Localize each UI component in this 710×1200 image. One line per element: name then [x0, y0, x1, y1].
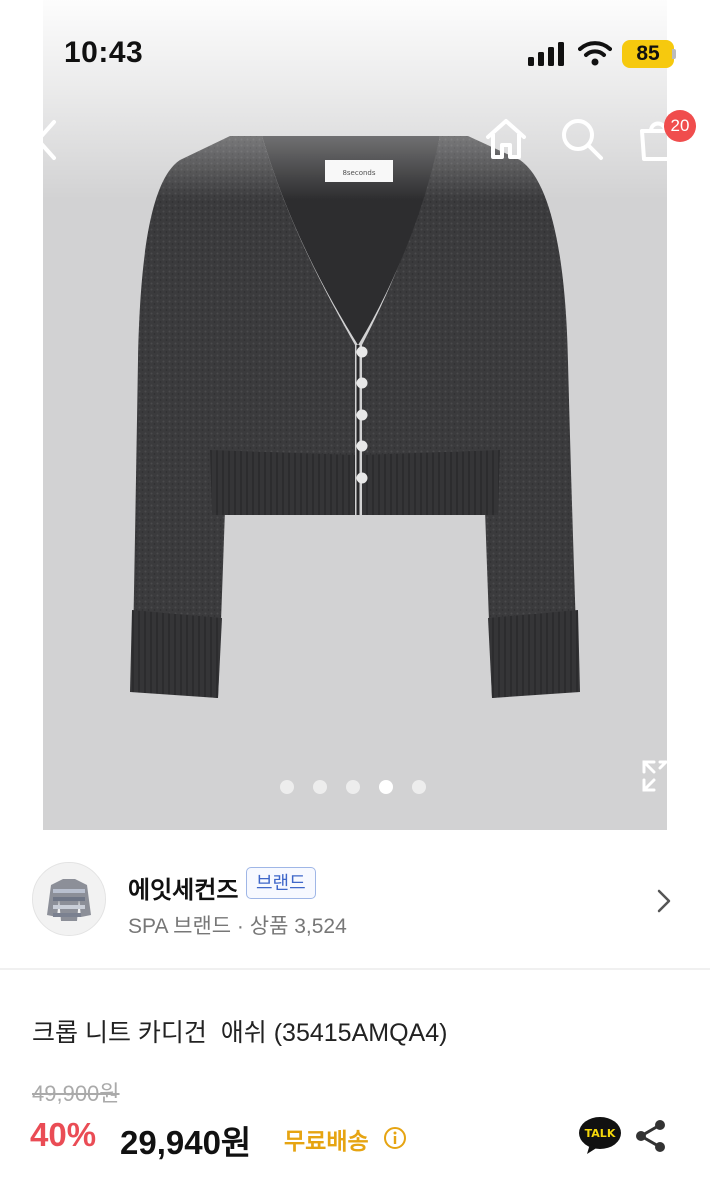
wifi-icon [578, 41, 612, 66]
brand-section[interactable]: 에잇세컨즈 브랜드 SPA 브랜드 · 상품 3,524 [0, 830, 710, 970]
home-icon[interactable] [482, 115, 530, 163]
fullscreen-expand-icon[interactable] [640, 758, 670, 794]
chevron-right-icon[interactable] [654, 888, 674, 914]
battery-icon: 85 [622, 40, 674, 68]
status-time: 10:43 [64, 36, 144, 69]
talk-label: TALK [585, 1127, 616, 1140]
battery-nub [672, 49, 676, 59]
brand-avatar-image [33, 863, 105, 935]
sale-price: 29,940원 [120, 1124, 252, 1161]
search-icon[interactable] [558, 115, 606, 163]
discount-rate: 40% [30, 1116, 97, 1153]
brand-subtitle: SPA 브랜드 · 상품 3,524 [128, 915, 347, 938]
carousel-dot[interactable] [412, 780, 426, 794]
carousel-dot[interactable] [313, 780, 327, 794]
carousel-dot[interactable] [346, 780, 360, 794]
info-icon[interactable] [383, 1126, 407, 1150]
product-title: 크롭 니트 카디건 애쉬 (35415AMQA4) [32, 1019, 448, 1047]
share-icon[interactable] [632, 1117, 670, 1155]
carousel-dot[interactable] [280, 780, 294, 794]
carousel-pagination [280, 780, 426, 796]
brand-avatar[interactable] [32, 862, 106, 936]
carousel-dot-active[interactable] [379, 780, 393, 794]
back-arrow-icon[interactable] [28, 118, 68, 162]
kakao-talk-icon[interactable]: TALK [578, 1116, 622, 1156]
original-price: 49,900원 [32, 1081, 120, 1106]
brand-name[interactable]: 에잇세컨즈 [128, 870, 238, 905]
cart-count-badge: 20 [664, 110, 696, 142]
brand-badge: 브랜드 [246, 867, 316, 899]
section-divider [0, 968, 710, 970]
free-shipping-label: 무료배송 [284, 1128, 369, 1154]
status-bar: 10:43 85 [0, 0, 710, 100]
signal-icon [528, 42, 564, 66]
